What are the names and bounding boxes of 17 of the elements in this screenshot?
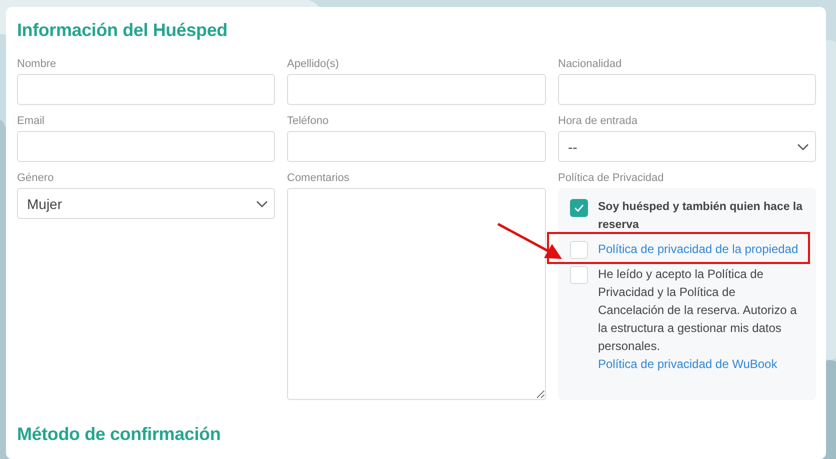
privacy-link[interactable]: Política de privacidad de WuBook [598, 357, 778, 371]
consent-text: He leído y acepto la Política de Privacidad y la Política de Cancelación de la reserva. Autorizo a la estructura a gestionar mis datos personales. Política de privacidad de WuBook [598, 266, 798, 373]
section-title: Información del Huésped [17, 20, 228, 41]
field-label: Nacionalidad [558, 58, 623, 72]
dropdown[interactable]: Mujer [17, 188, 275, 219]
dropdown[interactable]: -- [558, 131, 816, 162]
field-label: Email [17, 115, 46, 129]
privacy-link[interactable]: Política de privacidad de la propiedad [598, 240, 804, 258]
field-label: Comentarios [287, 172, 350, 186]
field-label: Nombre [17, 58, 58, 72]
field-label: Apellido(s) [287, 58, 340, 72]
section-title: Método de confirmación [17, 424, 222, 445]
field-label: Política de Privacidad [558, 172, 665, 186]
consent-text: Soy huésped y también quien hace la reserva [598, 200, 804, 233]
field-label: Género [17, 172, 55, 186]
field-label: Teléfono [287, 115, 330, 129]
field-label: Hora de entrada [558, 115, 638, 129]
